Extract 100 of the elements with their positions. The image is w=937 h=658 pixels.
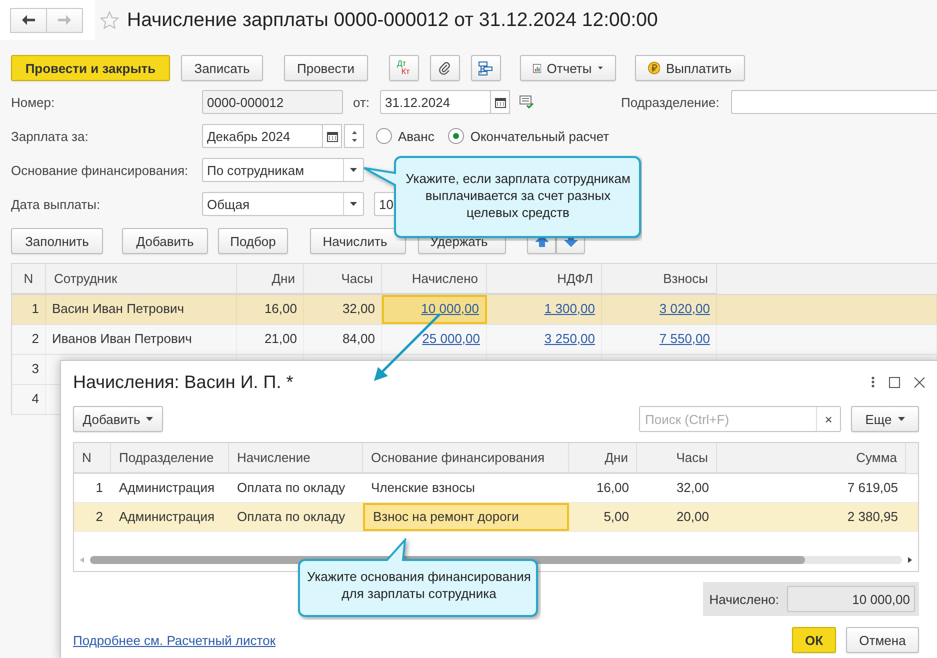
field-label: Подразделение: <box>621 94 720 110</box>
more-icon[interactable] <box>871 376 875 388</box>
coin-icon <box>648 61 660 75</box>
attach-button[interactable] <box>430 55 460 81</box>
caret-icon <box>350 202 357 206</box>
column-header[interactable]: Взносы <box>602 264 717 294</box>
funding-select[interactable]: По сотрудникам <box>202 158 364 182</box>
number-field[interactable]: 0000-000012 <box>202 90 343 114</box>
radio-label[interactable]: Окончательный расчет <box>470 128 610 144</box>
add-menu-button[interactable]: Добавить <box>73 406 163 432</box>
table-cell-text: 20,00 <box>675 508 710 526</box>
amount-link[interactable]: 3 250,00 <box>544 331 595 346</box>
ok-button[interactable]: ОК <box>792 627 836 653</box>
column-header[interactable]: Сумма <box>717 443 906 473</box>
more-menu-button[interactable]: Еще <box>851 406 919 432</box>
amount-link[interactable]: 10 000,00 <box>421 301 479 316</box>
amount-link[interactable]: 3 020,00 <box>659 301 710 316</box>
clear-search-button[interactable]: × <box>816 407 840 431</box>
column-header[interactable]: Подразделение <box>111 443 229 473</box>
focus-cell[interactable]: 25 000,00 <box>382 325 487 354</box>
payslip-link[interactable]: Подробнее см. Расчетный листок <box>73 632 276 648</box>
caret-icon <box>598 66 603 70</box>
month-field[interactable]: Декабрь 2024 <box>202 124 323 148</box>
table-row[interactable]: 2 Администрация Оплата по окладу Взнос на ремонт дороги 5,00 20,00 2 380,95 <box>74 503 918 532</box>
column-header[interactable]: Начислено <box>382 264 487 294</box>
table-cell-text: 5,00 <box>602 508 630 526</box>
department-field[interactable] <box>731 90 937 114</box>
column-header[interactable]: Дни <box>569 443 637 473</box>
caret-icon <box>898 417 905 421</box>
total-field: 10 000,00 <box>787 586 915 612</box>
report-icon <box>532 62 541 74</box>
column-header[interactable]: Сотрудник <box>46 264 237 294</box>
table-cell: 16,00 <box>237 295 304 324</box>
field-label: Дата выплаты: <box>11 196 102 212</box>
close-icon[interactable] <box>914 376 925 388</box>
table-cell: Васин Иван Петрович <box>46 295 237 324</box>
table-row[interactable]: 1 Васин Иван Петрович 16,00 32,00 10 000,00 1 300,00 3 020,00 <box>12 295 937 325</box>
amount-link[interactable]: 25 000,00 <box>422 331 480 346</box>
table-cell-text: 2 <box>94 508 104 526</box>
toolbar-button[interactable]: Провести <box>284 55 368 81</box>
table-cell: 2 <box>12 325 46 354</box>
pay-button[interactable]: Выплатить <box>634 55 745 81</box>
date-field[interactable]: 31.12.2024 <box>380 90 491 114</box>
spin-down-icon[interactable] <box>352 138 356 142</box>
table-button[interactable]: Подбор <box>218 228 288 254</box>
caret-icon <box>350 168 357 172</box>
table-cell-text: Членские взносы <box>370 479 476 497</box>
field-label: Номер: <box>11 94 56 110</box>
table-cell: 4 <box>12 385 46 414</box>
table-cell: 21,00 <box>237 325 304 354</box>
maximize-icon[interactable] <box>889 376 900 388</box>
calendar-icon <box>326 130 338 142</box>
cancel-button[interactable]: Отмена <box>846 627 919 653</box>
calendar-button[interactable] <box>322 124 342 148</box>
table-cell-text: Оплата по окладу <box>236 508 346 526</box>
forward-arrow-icon <box>58 15 71 25</box>
table-cell: 1 <box>12 295 46 324</box>
table-cell-text: 1 <box>94 479 104 497</box>
dialog-title: Начисления: Васин И. П. * <box>73 372 294 392</box>
paperclip-icon <box>438 61 451 75</box>
toolbar-button[interactable]: Записать <box>181 55 263 81</box>
structure-button[interactable] <box>470 55 501 81</box>
table-button[interactable]: Заполнить <box>11 228 103 254</box>
spin-button[interactable] <box>344 124 364 148</box>
column-header[interactable]: Часы <box>304 264 382 294</box>
hierarchy-icon <box>478 60 494 76</box>
field-label: Зарплата за: <box>11 128 90 144</box>
back-button[interactable] <box>10 8 47 32</box>
column-header[interactable]: N <box>74 443 111 473</box>
checklist-icon[interactable] <box>519 95 535 109</box>
table-menu-button[interactable]: Начислить <box>310 228 406 254</box>
column-header[interactable]: Начисление <box>229 443 363 473</box>
radio-button[interactable] <box>448 128 464 144</box>
column-header[interactable]: N <box>12 264 46 294</box>
scroll-right-icon[interactable] <box>908 557 912 563</box>
column-header[interactable]: Основание финансирования <box>363 443 569 473</box>
column-header[interactable]: Дни <box>237 264 304 294</box>
hint-text: Укажите, если зарплата сотрудникам выплачивается за счет разных целевых средств <box>404 170 632 221</box>
focus-cell[interactable]: 10 000,00 <box>382 295 487 324</box>
payment-date-select[interactable]: Общая <box>202 192 364 216</box>
document-title: Начисление зарплаты 0000-000012 от 31.12.2024 12:00:00 <box>127 8 658 32</box>
post-and-close-button[interactable]: Провести и закрыть <box>11 55 170 81</box>
calendar-button[interactable] <box>490 90 510 114</box>
spin-up-icon[interactable] <box>352 130 356 134</box>
amount-link[interactable]: 7 550,00 <box>659 331 710 346</box>
column-header[interactable]: НДФЛ <box>487 264 602 294</box>
star-icon[interactable] <box>100 11 119 29</box>
dt-kt-button[interactable]: Дт Кт <box>388 55 419 81</box>
calendar-icon <box>494 96 506 108</box>
table-row[interactable]: 2 Иванов Иван Петрович 21,00 84,00 25 000,00 3 250,00 7 550,00 <box>12 325 937 355</box>
table-button[interactable]: Добавить <box>122 228 208 254</box>
amount-link[interactable]: 1 300,00 <box>544 301 595 316</box>
radio-label[interactable]: Аванс <box>398 128 434 144</box>
radio-button[interactable] <box>376 128 392 144</box>
column-header[interactable]: Часы <box>637 443 717 473</box>
search-field[interactable]: Поиск (Ctrl+F) × <box>639 406 841 432</box>
table-cell-text: 16,00 <box>595 479 630 497</box>
reports-menu-button[interactable]: Отчеты <box>520 55 616 81</box>
table-cell: Иванов Иван Петрович <box>46 325 237 354</box>
table-cell-text: Оплата по окладу <box>236 479 346 497</box>
